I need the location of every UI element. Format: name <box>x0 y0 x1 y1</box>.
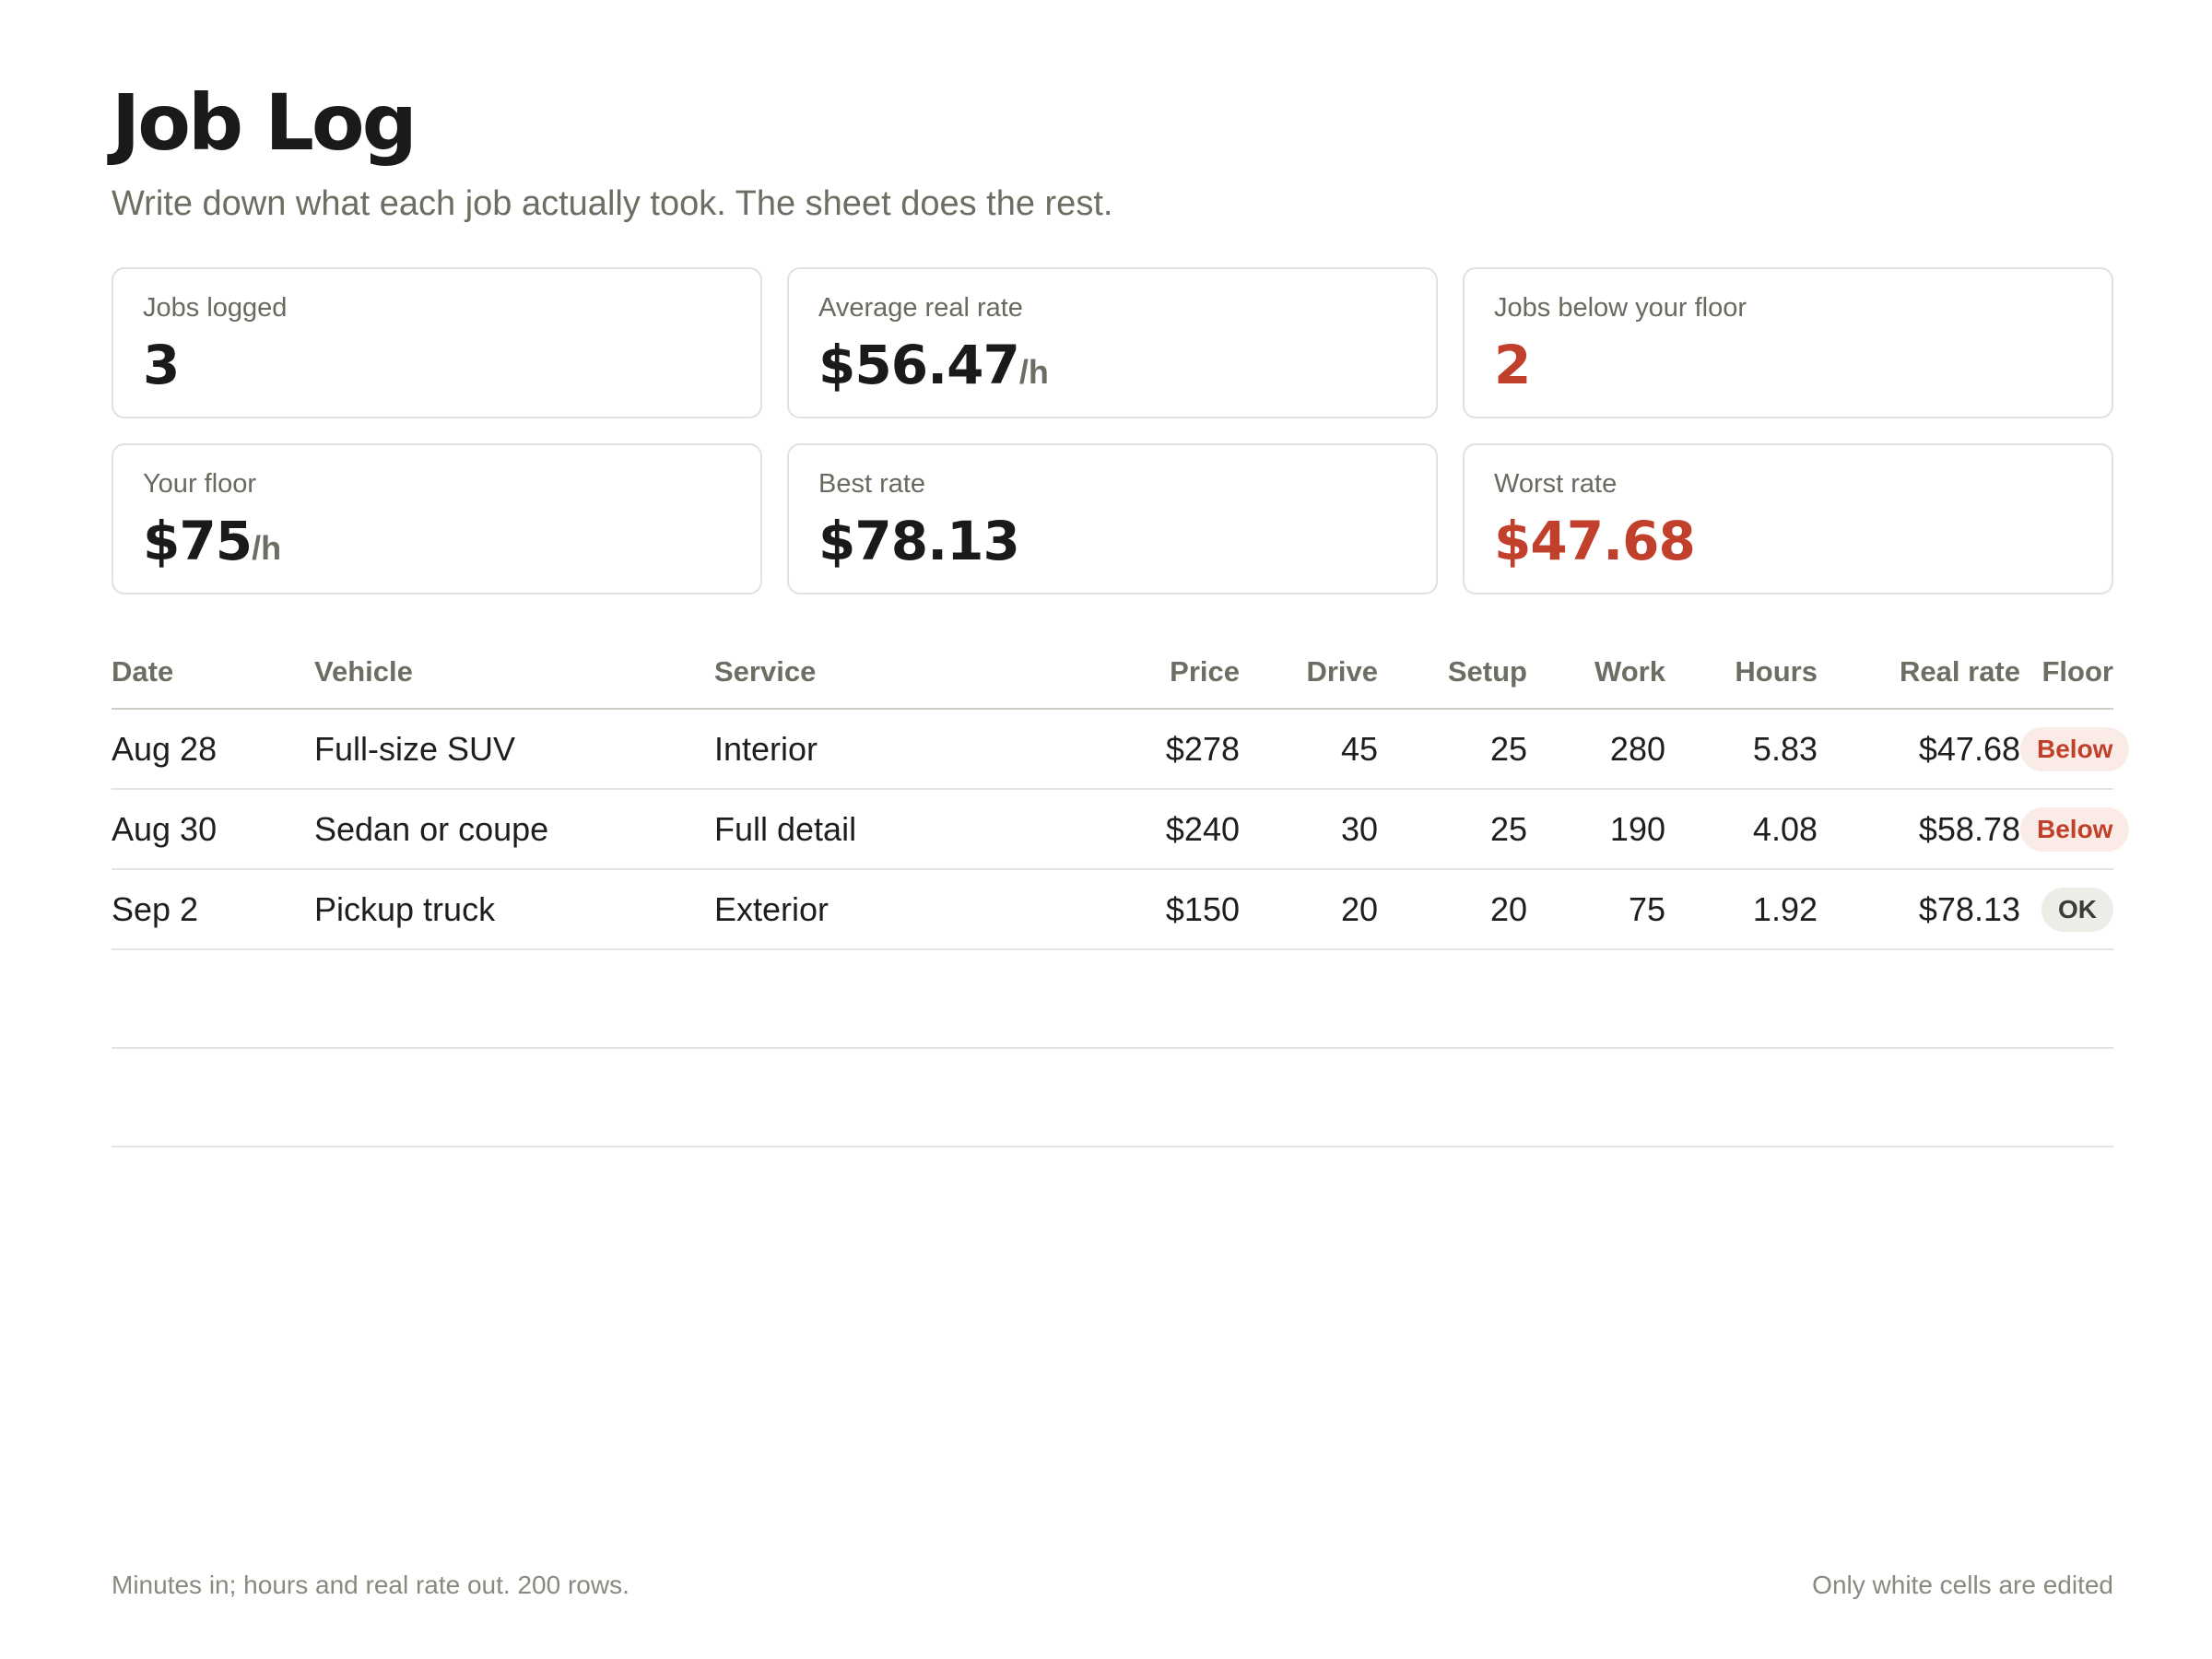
stat-label: Jobs below your floor <box>1494 293 1747 323</box>
table-row: Aug 30 Sedan or coupe Full detail $240 3… <box>112 789 2130 870</box>
cell-setup[interactable]: 20 <box>1378 869 1527 950</box>
cell-hours: 4.08 <box>1665 789 1818 870</box>
cell-setup[interactable]: 25 <box>1378 789 1527 870</box>
table-row: Aug 28 Full-size SUV Interior $278 45 25… <box>112 709 2130 790</box>
column-header-hours[interactable]: Hours <box>1665 636 1818 710</box>
stat-value: 3 <box>143 334 180 396</box>
cell-price[interactable]: $150 <box>1000 869 1240 950</box>
cell-service[interactable]: Interior <box>714 709 1000 790</box>
cell-floor: OK <box>2020 869 2113 950</box>
job-log-page: Job Log Write down what each job actuall… <box>112 0 2130 1659</box>
job-table: Date Vehicle Service Price Drive Setup W… <box>112 636 2130 1147</box>
empty-row-cell[interactable] <box>112 1048 2113 1147</box>
floor-status-badge: Below <box>2020 726 2130 771</box>
job-table-container: Date Vehicle Service Price Drive Setup W… <box>112 636 2130 1147</box>
column-header-service[interactable]: Service <box>714 636 1000 710</box>
stat-value: $78.13 <box>818 510 1020 572</box>
stat-label: Best rate <box>818 469 926 499</box>
stat-card-jobs-below-floor: Jobs below your floor 2 <box>1463 267 2113 418</box>
column-header-price[interactable]: Price <box>1000 636 1240 710</box>
cell-hours: 1.92 <box>1665 869 1818 950</box>
stat-label: Jobs logged <box>143 293 288 323</box>
footer-edit-hint: Only white cells are edited <box>1812 1571 2113 1599</box>
stat-cards: Jobs logged 3 Average real rate $56.47/h… <box>112 267 2113 594</box>
cell-drive[interactable]: 30 <box>1240 789 1378 870</box>
cell-service[interactable]: Full detail <box>714 789 1000 870</box>
stat-value: $75/h <box>143 510 282 572</box>
column-header-setup[interactable]: Setup <box>1378 636 1527 710</box>
cell-work[interactable]: 190 <box>1527 789 1665 870</box>
cell-date[interactable]: Aug 28 <box>112 709 314 790</box>
stat-value: 2 <box>1494 334 1531 396</box>
cell-real-rate: $47.68 <box>1818 709 2020 790</box>
column-header-work[interactable]: Work <box>1527 636 1665 710</box>
cell-price[interactable]: $240 <box>1000 789 1240 870</box>
footer-note: Minutes in; hours and real rate out. 200… <box>112 1571 629 1599</box>
column-header-drive[interactable]: Drive <box>1240 636 1378 710</box>
cell-price[interactable]: $278 <box>1000 709 1240 790</box>
empty-row-cell[interactable] <box>112 949 2113 1049</box>
cell-floor: Below <box>2020 709 2130 790</box>
page-subtitle: Write down what each job actually took. … <box>112 184 1113 223</box>
cell-vehicle[interactable]: Sedan or coupe <box>314 789 714 870</box>
stat-card-jobs-logged: Jobs logged 3 <box>112 267 762 418</box>
column-header-date[interactable]: Date <box>112 636 314 710</box>
table-header-row: Date Vehicle Service Price Drive Setup W… <box>112 636 2113 710</box>
cell-vehicle[interactable]: Pickup truck <box>314 869 714 950</box>
cell-work[interactable]: 75 <box>1527 869 1665 950</box>
table-row: Sep 2 Pickup truck Exterior $150 20 20 7… <box>112 869 2113 950</box>
stat-label: Average real rate <box>818 293 1023 323</box>
cell-date[interactable]: Sep 2 <box>112 869 314 950</box>
cell-floor: Below <box>2020 789 2130 870</box>
cell-setup[interactable]: 25 <box>1378 709 1527 790</box>
cell-date[interactable]: Aug 30 <box>112 789 314 870</box>
stat-card-best-rate: Best rate $78.13 <box>787 443 1438 594</box>
stat-card-worst-rate: Worst rate $47.68 <box>1463 443 2113 594</box>
cell-service[interactable]: Exterior <box>714 869 1000 950</box>
stat-card-your-floor: Your floor $75/h <box>112 443 762 594</box>
cell-real-rate: $78.13 <box>1818 869 2020 950</box>
stat-value: $47.68 <box>1494 510 1696 572</box>
empty-table-row[interactable] <box>112 949 2113 1049</box>
cell-drive[interactable]: 20 <box>1240 869 1378 950</box>
cell-vehicle[interactable]: Full-size SUV <box>314 709 714 790</box>
floor-status-badge: Below <box>2020 806 2130 852</box>
stat-card-average-real-rate: Average real rate $56.47/h <box>787 267 1438 418</box>
cell-work[interactable]: 280 <box>1527 709 1665 790</box>
stat-value: $56.47/h <box>818 334 1049 396</box>
column-header-floor[interactable]: Floor <box>2020 636 2113 710</box>
column-header-vehicle[interactable]: Vehicle <box>314 636 714 710</box>
stat-label: Worst rate <box>1494 469 1618 499</box>
cell-hours: 5.83 <box>1665 709 1818 790</box>
empty-table-row[interactable] <box>112 1048 2113 1147</box>
page-title: Job Log <box>112 77 418 168</box>
stat-label: Your floor <box>143 469 257 499</box>
column-header-real-rate[interactable]: Real rate <box>1818 636 2020 710</box>
cell-real-rate: $58.78 <box>1818 789 2020 870</box>
cell-drive[interactable]: 45 <box>1240 709 1378 790</box>
floor-status-badge: OK <box>2041 887 2113 932</box>
